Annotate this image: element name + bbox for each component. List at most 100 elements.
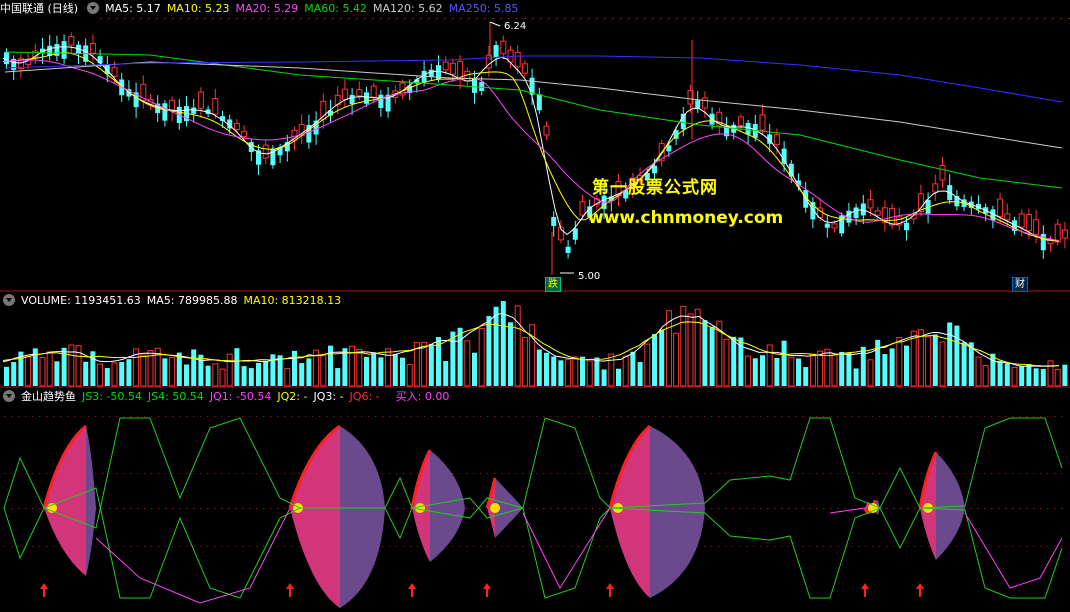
grid-dot <box>550 508 552 509</box>
grid-dot <box>196 18 198 19</box>
grid-dot <box>886 508 888 509</box>
indicator-chart <box>3 416 1063 608</box>
grid-dot <box>102 508 104 509</box>
grid-dot <box>487 546 489 547</box>
volume-bar-down <box>961 342 967 386</box>
grid-dot <box>711 508 713 509</box>
volume-bar-up <box>212 363 219 387</box>
grid-dot <box>599 508 601 509</box>
grid-dot <box>655 416 657 417</box>
grid-dot <box>186 473 188 474</box>
volume-bar-down <box>104 368 110 386</box>
grid-dot <box>984 508 986 509</box>
grid-dot <box>1052 18 1054 19</box>
volume-bar-down <box>176 352 182 386</box>
grid-dot <box>466 473 468 474</box>
volume-bar-down <box>580 356 585 386</box>
grid-dot <box>46 416 48 417</box>
grid-dot <box>1044 18 1046 19</box>
dropdown-icon[interactable] <box>3 294 15 306</box>
grid-dot <box>193 508 195 509</box>
grid-dot <box>1026 473 1028 474</box>
grid-dot <box>830 508 832 509</box>
grid-dot <box>970 546 972 547</box>
dropdown-icon[interactable] <box>3 390 15 402</box>
grid-dot <box>354 416 356 417</box>
grid-dot <box>109 416 111 417</box>
volume-bar-down <box>853 368 859 386</box>
grid-dot <box>249 473 251 474</box>
volume-bar-down <box>796 358 801 386</box>
grid-dot <box>102 546 104 547</box>
volume-bar-up <box>910 330 917 387</box>
volume-bar-down <box>536 349 542 386</box>
grid-dot <box>942 416 944 417</box>
grid-dot <box>116 508 118 509</box>
grid-dot <box>830 473 832 474</box>
grid-dot <box>592 546 594 547</box>
volume-bar-up <box>939 341 946 387</box>
grid-dot <box>1061 416 1063 417</box>
volume-bar-down <box>601 369 607 386</box>
grid-dot <box>836 18 838 19</box>
grid-dot <box>116 416 118 417</box>
grid-dot <box>802 508 804 509</box>
candle-up <box>89 43 96 54</box>
grid-dot <box>725 473 727 474</box>
volume-bar-up <box>975 356 982 387</box>
grid-dot <box>249 416 251 417</box>
grid-dot <box>396 416 398 417</box>
grid-dot <box>578 508 580 509</box>
volume-bar-up <box>809 353 816 387</box>
grid-dot <box>774 416 776 417</box>
grid-dot <box>564 18 566 19</box>
grid-dot <box>606 546 608 547</box>
grid-dot <box>284 416 286 417</box>
volume-bar-up <box>1011 366 1018 387</box>
grid-dot <box>396 508 398 509</box>
grid-dot <box>158 508 160 509</box>
fish-body-pink <box>44 426 86 576</box>
grid-dot <box>536 508 538 509</box>
grid-dot <box>956 546 958 547</box>
volume-bar-down <box>997 360 1003 386</box>
candle-up <box>759 114 766 131</box>
grid-dot <box>548 18 550 19</box>
grid-dot <box>494 473 496 474</box>
grid-dot <box>753 508 755 509</box>
jq-line <box>522 507 611 590</box>
grid-dot <box>242 508 244 509</box>
grid-dot <box>571 416 573 417</box>
volume-bar-up <box>356 348 363 387</box>
grid-dot <box>529 473 531 474</box>
grid-dot <box>690 416 692 417</box>
grid-dot <box>494 416 496 417</box>
ma250-readout: MA250: 5.85 <box>448 2 519 15</box>
grid-dot <box>18 416 20 417</box>
candle-up <box>737 116 744 126</box>
candle-down <box>904 222 909 231</box>
candle-down <box>4 52 9 65</box>
volume-bar-up <box>97 363 104 387</box>
grid-dot <box>420 18 422 19</box>
grid-dot <box>1061 508 1063 509</box>
grid-dot <box>46 473 48 474</box>
grid-dot <box>823 473 825 474</box>
dropdown-icon[interactable] <box>87 2 100 14</box>
grid-dot <box>998 473 1000 474</box>
candle-up <box>370 85 377 98</box>
grid-dot <box>221 416 223 417</box>
grid-dot <box>340 18 342 19</box>
grid-dot <box>501 416 503 417</box>
vol-ma5-readout: MA5: 789985.88 <box>146 294 238 307</box>
volume-bar-down <box>904 345 909 386</box>
grid-dot <box>172 508 174 509</box>
grid-dot <box>620 18 622 19</box>
grid-dot <box>256 508 258 509</box>
grid-dot <box>18 546 20 547</box>
grid-dot <box>200 473 202 474</box>
grid-dot <box>876 18 878 19</box>
volume-header: VOLUME: 1193451.63 MA5: 789985.88 MA10: 81… <box>0 292 1070 310</box>
js3-readout: JS3: -50.54 <box>82 390 142 403</box>
grid-dot <box>468 18 470 19</box>
